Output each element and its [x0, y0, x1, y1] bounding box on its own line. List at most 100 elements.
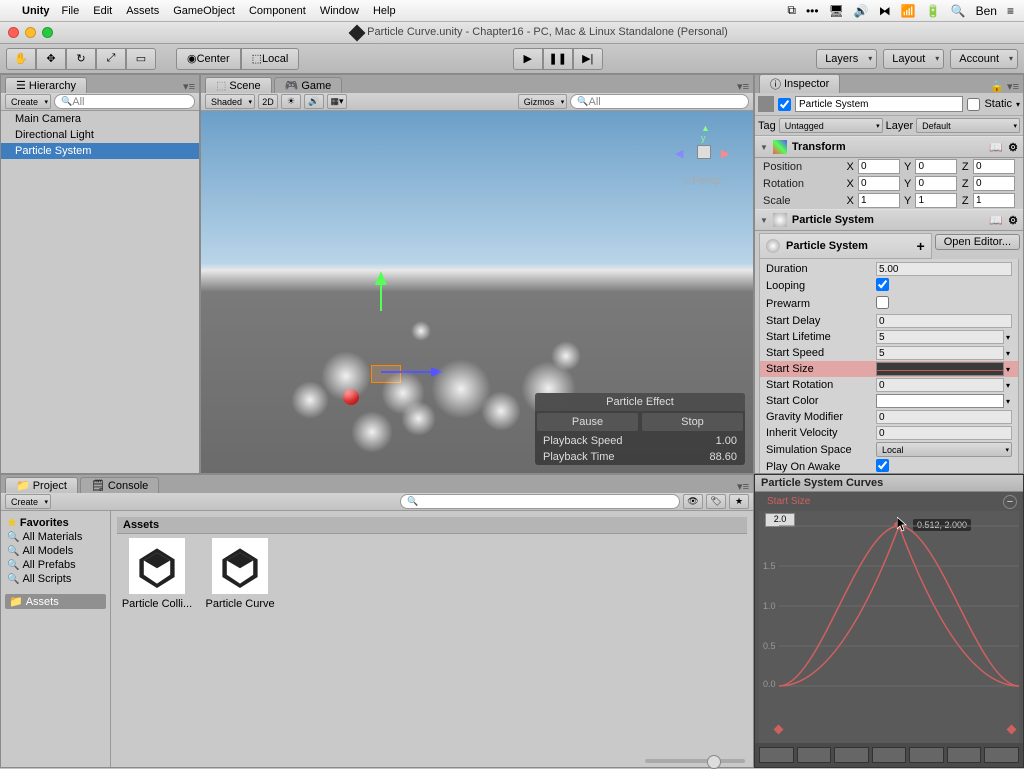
minimize-button[interactable]: [25, 27, 36, 38]
project-create-dropdown[interactable]: Create: [5, 494, 51, 509]
asset-item[interactable]: Particle Curve: [204, 538, 276, 610]
account-dropdown[interactable]: Account: [950, 49, 1018, 69]
menu-edit[interactable]: Edit: [93, 5, 112, 17]
scl-x[interactable]: [858, 193, 900, 208]
breadcrumb[interactable]: Assets: [117, 517, 747, 534]
play-button[interactable]: ▶: [513, 48, 543, 70]
console-tab[interactable]: 🗒 Console: [80, 477, 159, 493]
scene-search[interactable]: 🔍All: [570, 94, 749, 109]
curves-graph[interactable]: 2.0 0.512, 2.000 1.5 1.0 0.5 0.0: [759, 511, 1019, 743]
hand-tool[interactable]: ✋: [6, 48, 36, 70]
battery-icon[interactable]: 🔋: [926, 4, 941, 18]
filter-type-button[interactable]: 🏷: [706, 494, 726, 509]
volume-icon[interactable]: 🔊: [854, 4, 869, 18]
scl-z[interactable]: [973, 193, 1015, 208]
particle-stop-button[interactable]: Stop: [642, 413, 743, 431]
dots-icon[interactable]: •••: [806, 4, 819, 18]
orientation-gizmo[interactable]: ▲y ▶ ◀ ◁ Persp: [673, 121, 733, 181]
audio-toggle[interactable]: 🔊: [304, 94, 324, 109]
shading-dropdown[interactable]: Shaded: [205, 94, 255, 109]
fav-item[interactable]: 🔍All Materials: [5, 530, 106, 544]
object-name-field[interactable]: [795, 96, 963, 112]
inherit-vel-field[interactable]: [876, 426, 1012, 440]
static-checkbox[interactable]: [967, 98, 980, 111]
gravity-field[interactable]: [876, 410, 1012, 424]
lighting-toggle[interactable]: ☀: [281, 94, 301, 109]
pos-x[interactable]: [858, 159, 900, 174]
panel-menu-icon[interactable]: ▾≡: [179, 80, 199, 93]
menu-component[interactable]: Component: [249, 5, 306, 17]
looping-checkbox[interactable]: [876, 278, 889, 291]
menu-help[interactable]: Help: [373, 5, 396, 17]
asset-item[interactable]: Particle Colli...: [121, 538, 193, 610]
transform-header[interactable]: ▼ Transform 📖 ⚙: [755, 136, 1023, 158]
hierarchy-create-dropdown[interactable]: Create: [5, 94, 51, 109]
rot-z[interactable]: [973, 176, 1015, 191]
pivot-center-button[interactable]: ◉ Center: [176, 48, 241, 70]
projection-label[interactable]: ◁ Persp: [683, 175, 721, 187]
pivot-local-button[interactable]: ⬚ Local: [241, 48, 300, 70]
fav-item[interactable]: 🔍All Prefabs: [5, 558, 106, 572]
preset-button[interactable]: [797, 747, 832, 763]
user-name[interactable]: Ben: [976, 4, 997, 18]
active-checkbox[interactable]: [778, 98, 791, 111]
layer-dropdown[interactable]: Default: [916, 118, 1020, 133]
rotate-tool[interactable]: ↻: [66, 48, 96, 70]
2d-toggle[interactable]: 2D: [258, 94, 278, 109]
maximize-button[interactable]: [42, 27, 53, 38]
preset-button[interactable]: [834, 747, 869, 763]
save-search-button[interactable]: ★: [729, 494, 749, 509]
game-tab[interactable]: 🎮 Game: [274, 77, 343, 93]
hierarchy-item[interactable]: Main Camera: [1, 111, 199, 127]
pos-y[interactable]: [915, 159, 957, 174]
curve-key[interactable]: [774, 725, 784, 735]
rot-y[interactable]: [915, 176, 957, 191]
menu-file[interactable]: File: [62, 5, 80, 17]
hierarchy-item-selected[interactable]: Particle System: [1, 143, 199, 159]
preset-button[interactable]: [947, 747, 982, 763]
scene-viewport[interactable]: ▲y ▶ ◀ ◁ Persp Particle Ef: [201, 111, 753, 473]
scale-tool[interactable]: ⤢: [96, 48, 126, 70]
close-button[interactable]: [8, 27, 19, 38]
help-icon[interactable]: 📖: [989, 214, 1003, 227]
playback-speed-value[interactable]: 1.00: [716, 435, 737, 447]
rot-x[interactable]: [858, 176, 900, 191]
fav-item[interactable]: 🔍All Scripts: [5, 572, 106, 586]
project-tab[interactable]: 📁 Project: [5, 477, 78, 493]
preset-button[interactable]: [759, 747, 794, 763]
particle-system-header[interactable]: ▼ Particle System 📖 ⚙: [755, 209, 1023, 231]
filter-button[interactable]: 👁: [683, 494, 703, 509]
remove-curve-button[interactable]: −: [1003, 495, 1017, 509]
project-search[interactable]: 🔍: [400, 494, 680, 509]
lock-icon[interactable]: 🔒 ▾≡: [986, 80, 1023, 93]
add-module-icon[interactable]: +: [917, 238, 925, 254]
spotlight-icon[interactable]: 🔍: [951, 4, 966, 18]
particle-pause-button[interactable]: Pause: [537, 413, 638, 431]
scl-y[interactable]: [915, 193, 957, 208]
sim-space-dropdown[interactable]: Local: [876, 442, 1012, 457]
preset-button[interactable]: [984, 747, 1019, 763]
preset-button[interactable]: [872, 747, 907, 763]
start-rotation-field[interactable]: [876, 378, 1004, 392]
pause-button[interactable]: ❚❚: [543, 48, 573, 70]
panel-menu-icon[interactable]: ▾≡: [733, 480, 753, 493]
prewarm-checkbox[interactable]: [876, 296, 889, 309]
favorites-header[interactable]: ★Favorites: [5, 515, 106, 530]
layout-dropdown[interactable]: Layout: [883, 49, 944, 69]
inspector-tab[interactable]: ⓘ Inspector: [759, 74, 840, 93]
curve-key[interactable]: [1007, 725, 1017, 735]
start-speed-field[interactable]: [876, 346, 1004, 360]
duration-field[interactable]: [876, 262, 1012, 276]
app-menu[interactable]: Unity: [22, 5, 50, 17]
wifi-icon[interactable]: 📶: [901, 4, 916, 18]
start-color-swatch[interactable]: [876, 394, 1004, 408]
fx-toggle[interactable]: ▦▾: [327, 94, 347, 109]
notification-icon[interactable]: ≡: [1007, 4, 1014, 18]
pos-z[interactable]: [973, 159, 1015, 174]
rect-tool[interactable]: ▭: [126, 48, 156, 70]
start-size-curve[interactable]: [876, 362, 1004, 376]
move-tool[interactable]: ✥: [36, 48, 66, 70]
hierarchy-item[interactable]: Directional Light: [1, 127, 199, 143]
menu-gameobject[interactable]: GameObject: [173, 5, 235, 17]
grid-zoom-slider[interactable]: [645, 759, 745, 763]
